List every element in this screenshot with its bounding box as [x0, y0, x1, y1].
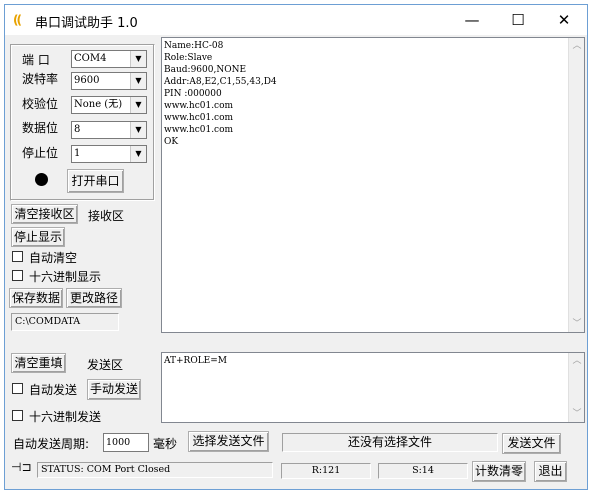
send-text: AT+ROLE=M [164, 356, 228, 366]
chevron-down-icon[interactable]: ▼ [130, 73, 146, 89]
hex-send-checkbox[interactable] [12, 410, 23, 421]
send-area-label: 发送区 [87, 358, 124, 372]
receive-line: PIN :000000 [164, 89, 222, 99]
period-input[interactable]: 1000 [103, 433, 149, 452]
baud-select-value: 9600 [74, 75, 100, 86]
main-window: (( 串口调试助手 1.0 — ☐ ✕ 端 口 COM4 ▼ 波特率 9600 … [4, 4, 588, 490]
auto-clear-label: 自动清空 [29, 251, 78, 265]
chevron-down-icon[interactable]: ▼ [130, 51, 146, 67]
status-text-field: STATUS: COM Port Closed [37, 462, 273, 478]
manual-send-button[interactable]: 手动发送 [87, 379, 141, 400]
scroll-down-icon[interactable]: ﹀ [569, 406, 584, 422]
auto-clear-checkbox[interactable] [12, 251, 23, 262]
receive-line: Name:HC-08 [164, 41, 224, 51]
stop-display-button[interactable]: 停止显示 [11, 227, 65, 247]
port-select-value: COM4 [74, 53, 107, 64]
hex-display-checkbox[interactable] [12, 270, 23, 281]
close-button[interactable]: ✕ [541, 5, 587, 35]
auto-send-label: 自动发送 [29, 383, 78, 397]
clear-reset-button[interactable]: 清空重填 [11, 353, 66, 373]
chevron-down-icon[interactable]: ▼ [130, 122, 146, 138]
open-port-button[interactable]: 打开串口 [67, 169, 124, 193]
receive-line: Role:Slave [164, 53, 213, 63]
exit-button[interactable]: 退出 [534, 461, 567, 482]
reset-count-button[interactable]: 计数清零 [472, 461, 526, 482]
scroll-down-icon[interactable]: ﹀ [569, 316, 584, 332]
kk-app-icon: (( [13, 13, 22, 27]
receive-scrollbar[interactable]: ︿ ﹀ [568, 38, 584, 332]
hex-send-label: 十六进制发送 [29, 410, 102, 424]
port-status-indicator-icon [35, 173, 48, 186]
save-data-button[interactable]: 保存数据 [9, 288, 63, 308]
databits-label: 数据位 [22, 121, 59, 135]
databits-select[interactable]: 8 ▼ [71, 121, 147, 139]
receive-textarea[interactable]: Name:HC-08 Role:Slave Baud:9600,NONE Add… [161, 37, 585, 333]
window-title: 串口调试助手 1.0 [35, 16, 138, 31]
minimize-button[interactable]: — [449, 5, 495, 35]
receive-line: Baud:9600,NONE [164, 65, 247, 75]
change-path-button[interactable]: 更改路径 [66, 288, 122, 308]
databits-select-value: 8 [74, 124, 81, 135]
period-unit-label: 毫秒 [153, 437, 178, 451]
receive-line: www.hc01.com [164, 113, 234, 123]
chevron-down-icon[interactable]: ▼ [130, 146, 146, 162]
port-select[interactable]: COM4 ▼ [71, 50, 147, 68]
send-scrollbar[interactable]: ︿ ﹀ [568, 353, 584, 422]
send-file-button[interactable]: 发送文件 [502, 433, 561, 454]
clear-receive-button[interactable]: 清空接收区 [11, 204, 78, 224]
stopbits-select[interactable]: 1 ▼ [71, 145, 147, 163]
receive-line: Addr:A8,E2,C1,55,43,D4 [164, 77, 277, 87]
parity-select[interactable]: None (无) ▼ [71, 96, 147, 114]
baud-label: 波特率 [22, 72, 59, 86]
stopbits-label: 停止位 [22, 146, 59, 160]
receive-line: www.hc01.com [164, 125, 234, 135]
receive-line: www.hc01.com [164, 101, 234, 111]
scroll-up-icon[interactable]: ︿ [569, 38, 584, 54]
title-bar: (( 串口调试助手 1.0 — ☐ ✕ [5, 5, 587, 35]
tx-count-field: S:14 [378, 463, 468, 479]
receive-line: OK [164, 137, 179, 147]
baud-select[interactable]: 9600 ▼ [71, 72, 147, 90]
select-send-file-button[interactable]: 选择发送文件 [188, 431, 269, 452]
parity-select-value: None (无) [74, 99, 123, 110]
rx-count-field: R:121 [281, 463, 371, 479]
receive-area-label: 接收区 [88, 209, 125, 223]
scroll-up-icon[interactable]: ︿ [569, 353, 584, 369]
hex-display-label: 十六进制显示 [29, 270, 102, 284]
pin-icon: ⊣⊐ [11, 460, 32, 474]
port-label: 端 口 [22, 53, 50, 67]
parity-label: 校验位 [22, 97, 59, 111]
file-status-field: 还没有选择文件 [282, 433, 498, 452]
period-label: 自动发送周期: [13, 437, 90, 451]
stopbits-select-value: 1 [74, 148, 81, 159]
maximize-button[interactable]: ☐ [495, 5, 541, 35]
chevron-down-icon[interactable]: ▼ [130, 97, 146, 113]
send-textarea[interactable]: AT+ROLE=M ︿ ﹀ [161, 352, 585, 423]
auto-send-checkbox[interactable] [12, 383, 23, 394]
save-path-field: C:\COMDATA [11, 313, 119, 331]
